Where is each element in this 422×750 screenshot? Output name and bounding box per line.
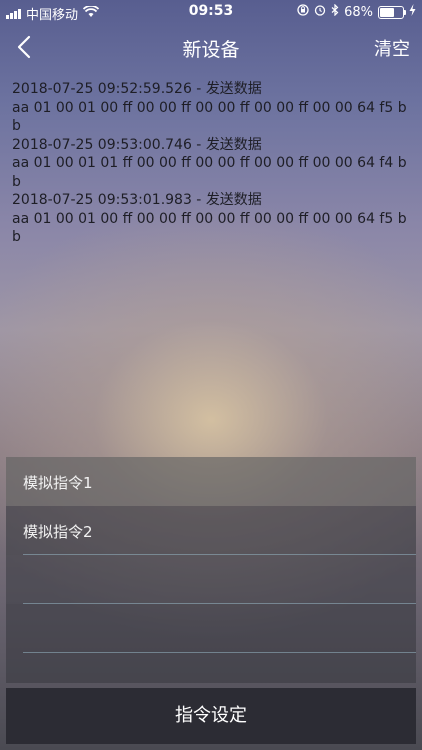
command-item-3[interactable]	[6, 555, 416, 604]
status-bar: 中国移动 09:53 68%	[0, 0, 422, 24]
charging-icon	[409, 4, 416, 20]
alarm-icon	[314, 4, 326, 20]
bluetooth-icon	[331, 3, 339, 20]
command-item-1[interactable]: 模拟指令1	[6, 457, 416, 506]
page-title: 新设备	[182, 39, 240, 61]
log-entry-header: 2018-07-25 09:53:00.746 - 发送数据	[12, 136, 262, 153]
command-settings-button[interactable]: 指令设定	[6, 688, 416, 744]
battery-icon	[378, 5, 406, 19]
command-item-2[interactable]: 模拟指令2	[6, 506, 416, 555]
command-item-5[interactable]	[6, 653, 416, 683]
log-entry-data: aa 01 00 01 00 ff 00 00 ff 00 00 ff 00 0…	[12, 99, 407, 135]
log-entry: 2018-07-25 09:52:59.526 - 发送数据 aa 01 00 …	[12, 80, 412, 136]
command-label: 模拟指令2	[23, 523, 93, 541]
log-entry-data: aa 01 00 01 01 ff 00 00 ff 00 00 ff 00 0…	[12, 155, 407, 190]
battery-percent: 68%	[344, 4, 373, 20]
log-entry: 2018-07-25 09:53:00.746 - 发送数据 aa 01 00 …	[12, 136, 412, 192]
nav-bar: 新设备 清空	[0, 24, 422, 70]
log-entry-data: aa 01 00 01 00 ff 00 00 ff 00 00 ff 00 0…	[12, 210, 407, 246]
log-entry: 2018-07-25 09:53:01.983 - 发送数据 aa 01 00 …	[12, 191, 412, 247]
log-entry-header: 2018-07-25 09:53:01.983 - 发送数据	[12, 192, 262, 208]
clear-button[interactable]: 清空	[374, 35, 410, 61]
command-list: 模拟指令1 模拟指令2	[6, 457, 416, 683]
orientation-lock-icon	[297, 4, 309, 20]
battery-fill	[380, 7, 394, 17]
send-log: 2018-07-25 09:52:59.526 - 发送数据 aa 01 00 …	[12, 80, 412, 247]
status-right: 68%	[297, 3, 416, 20]
command-label: 模拟指令1	[23, 474, 93, 492]
command-item-4[interactable]	[6, 604, 416, 653]
log-entry-header: 2018-07-25 09:52:59.526 - 发送数据	[12, 81, 262, 97]
